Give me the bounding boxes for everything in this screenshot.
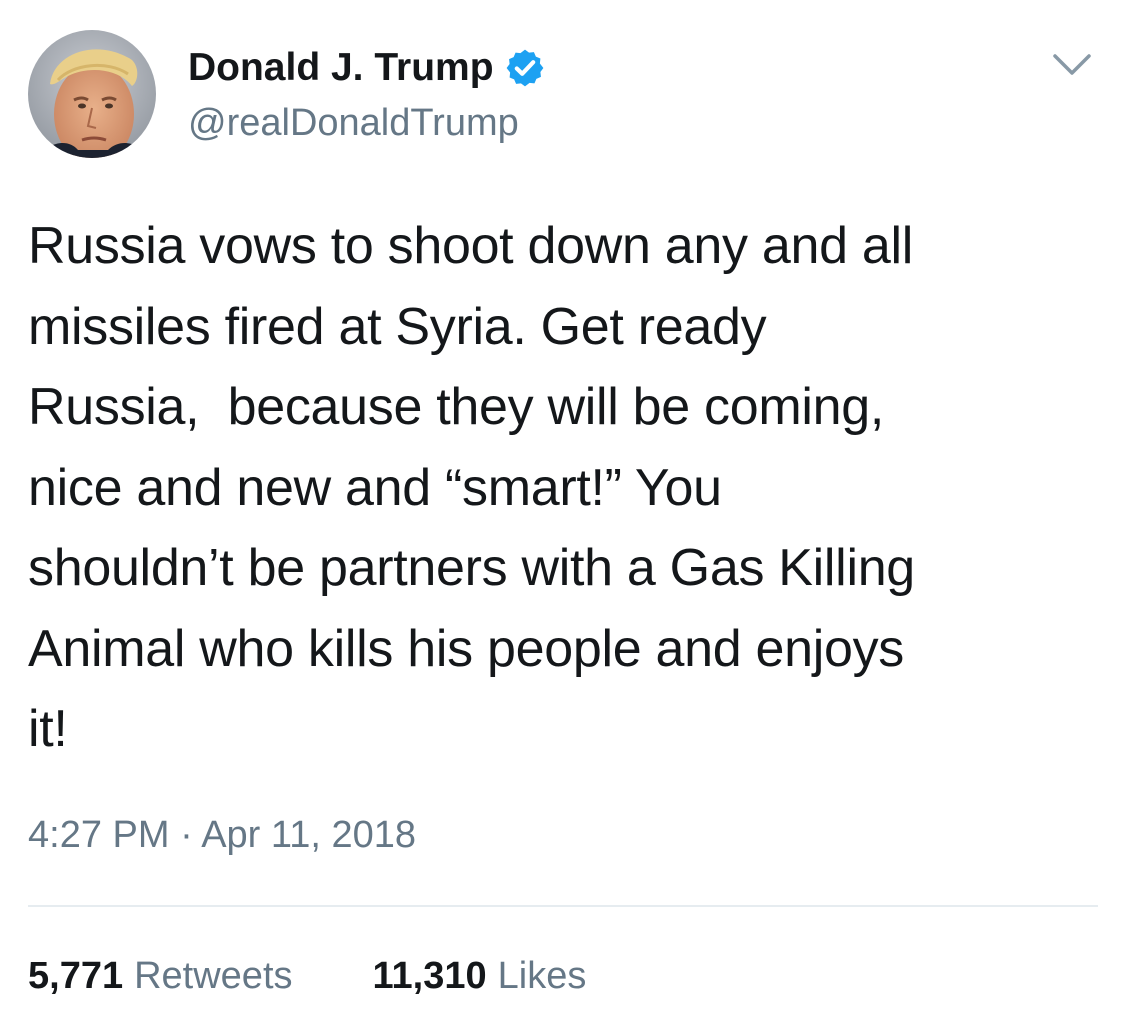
avatar[interactable]	[28, 30, 156, 158]
retweets-stat[interactable]: 5,771 Retweets	[28, 953, 293, 999]
retweets-label: Retweets	[134, 955, 293, 997]
author-display-name[interactable]: Donald J. Trump	[188, 44, 494, 92]
divider	[28, 905, 1098, 907]
author-name-row: Donald J. Trump	[188, 44, 546, 92]
tweet-text-line: nice and new and “smart!” You	[28, 458, 722, 517]
tweet-text-line: Russia, because they will be coming,	[28, 378, 884, 436]
likes-label: Likes	[497, 955, 587, 997]
tweet-timestamp[interactable]: 4:27 PM · Apr 11, 2018	[28, 812, 416, 858]
tweet-text-line: missiles fired at Syria. Get ready	[28, 297, 767, 356]
retweets-count: 5,771	[28, 955, 124, 997]
likes-count: 11,310	[372, 955, 487, 997]
tweet-text-line: it!	[28, 700, 68, 758]
chevron-down-icon[interactable]	[1052, 52, 1092, 78]
tweet-text-line: Animal who kills his people and enjoys	[28, 619, 904, 678]
author-handle[interactable]: @realDonaldTrump	[188, 100, 519, 146]
tweet-text-line: shouldn’t be partners with a Gas Killing	[28, 539, 915, 597]
tweet-stats: 5,771 Retweets 11,310 Likes	[28, 953, 586, 999]
tweet-text: Russia vows to shoot down any and all mi…	[28, 206, 1103, 770]
likes-stat[interactable]: 11,310 Likes	[373, 953, 587, 999]
verified-badge-icon	[504, 47, 546, 89]
avatar-image	[28, 30, 156, 158]
tweet-card: Donald J. Trump @realDonaldTrump Russia …	[0, 0, 1125, 1025]
tweet-text-line: Russia vows to shoot down any and all	[28, 217, 913, 275]
